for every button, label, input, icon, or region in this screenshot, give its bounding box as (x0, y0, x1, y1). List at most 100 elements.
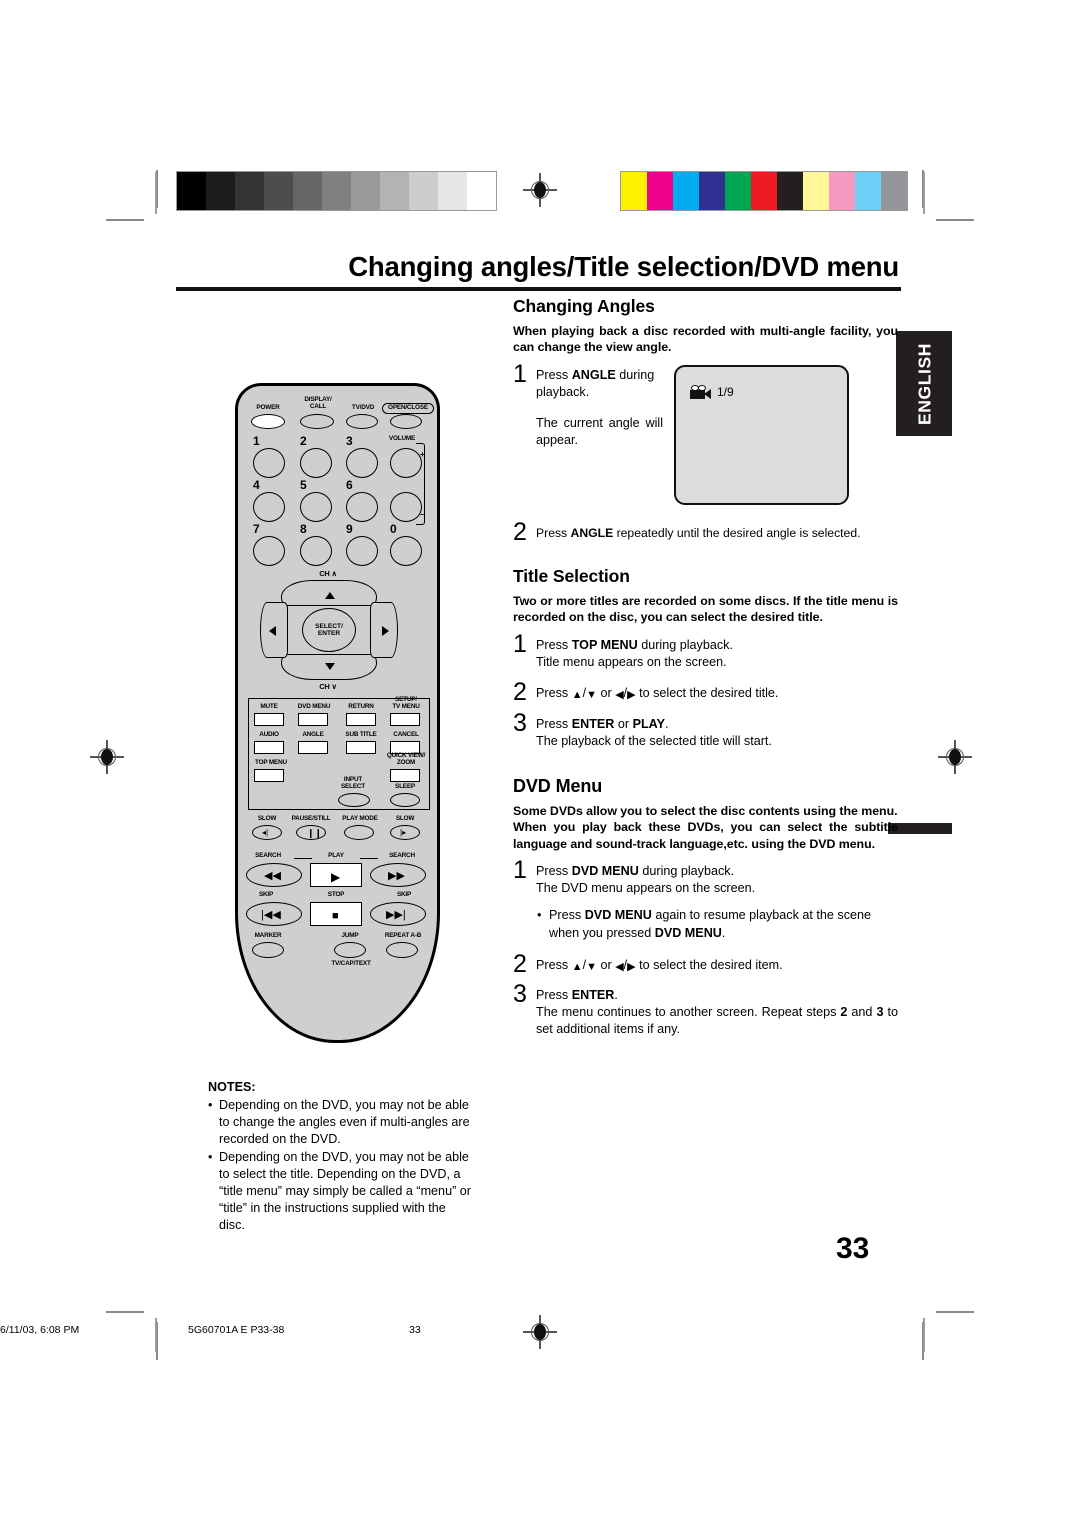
color-swatch-5 (751, 172, 777, 210)
angle-button (298, 741, 328, 754)
stop-icon: ■ (332, 910, 339, 922)
sub-title-label: SUB TITLE (345, 731, 377, 738)
left-arrow-button (260, 602, 288, 658)
bullet-dot: • (208, 1150, 213, 1164)
step-text-mid: or (596, 685, 616, 700)
step-item: 2 Press ▲/▼ or ◀/▶ to select the desired… (513, 677, 898, 706)
key-3-label: 3 (346, 434, 353, 448)
crop-mark-bottom-right-h (936, 1311, 974, 1313)
bullet-dot: • (208, 1098, 213, 1112)
bullet-dot: • (537, 908, 542, 923)
jump-button (334, 942, 366, 958)
play-label-rule-right (360, 858, 378, 860)
changing-angles-lead: When playing back a disc recorded with m… (513, 324, 898, 355)
step-text-post: . (614, 987, 618, 1002)
grayscale-swatch-10 (467, 172, 496, 210)
tv-dvd-label: TV/DVD (351, 404, 375, 411)
right-arrow-glyph: ▶ (627, 688, 636, 701)
key-2-button (300, 448, 332, 478)
step-text: Press ▲/▼ or ◀/▶ to select the desired i… (536, 955, 898, 975)
crop-mark-bottom-left-h (106, 1311, 144, 1313)
dvd-menu-lead-1: Some DVDs allow you to select the disc c… (513, 804, 898, 818)
color-swatch-1 (647, 172, 673, 210)
audio-label: AUDIO (259, 731, 279, 738)
sleep-button (390, 793, 420, 807)
step-item: 1 Press ANGLE during playback. The curre… (513, 359, 663, 450)
cancel-label: CANCEL (393, 731, 419, 738)
manual-page: Changing angles/Title selection/DVD menu… (0, 0, 1080, 1528)
display-call-button (300, 414, 334, 429)
quick-view-zoom-label: QUICK VIEW/ZOOM (386, 752, 426, 766)
trim-rule-right (923, 172, 925, 214)
color-swatch-6 (777, 172, 803, 210)
registration-mark-right (938, 740, 972, 774)
return-label: RETURN (348, 703, 374, 710)
play-icon: ▶ (331, 870, 341, 884)
trim-rule-left (155, 172, 157, 214)
camera-icon (690, 384, 712, 400)
mute-label: MUTE (260, 703, 278, 710)
key-name-2: PLAY (632, 716, 666, 731)
dvd-menu-steps: 1 Press DVD MENU during playback. The DV… (513, 858, 898, 1038)
search-forward-button: ▶▶ (370, 863, 426, 887)
step-text: Press TOP MENU during playback. Title me… (536, 635, 898, 671)
up-arrow-button (281, 580, 377, 606)
mute-button (254, 713, 284, 726)
footer-doc-code: 5G60701A E P33-38 (188, 1324, 285, 1336)
pause-still-label: PAUSE/STILL (291, 815, 331, 822)
skip-back-icon: |◀◀ (261, 909, 281, 921)
step-subtext: The current angle will appear. (536, 416, 663, 448)
right-arrow-icon (382, 626, 389, 636)
step-item: 3 Press ENTER or PLAY. The playback of t… (513, 710, 898, 750)
down-arrow-icon (325, 663, 335, 670)
pause-still-button: ❙❙ (296, 825, 326, 840)
dvd-menu-button (298, 713, 328, 726)
step-text-post: to select the desired title. (635, 685, 779, 700)
right-arrow-button (370, 602, 398, 658)
step-text: Press ANGLE during playback. The current… (536, 365, 663, 450)
top-menu-button (254, 769, 284, 782)
step-text-post: during playback. (638, 864, 735, 879)
step-number: 1 (513, 359, 527, 388)
key-9-button (346, 536, 378, 566)
grayscale-calibration-bar (176, 171, 497, 211)
key-name: DVD MENU (584, 908, 652, 923)
step-text-pre: Press (536, 716, 572, 731)
play-button: ▶ (310, 863, 362, 887)
left-arrow-glyph: ◀ (615, 960, 624, 973)
main-content: Changing Angles When playing back a disc… (513, 296, 898, 1047)
color-swatch-4 (725, 172, 751, 210)
bullet-pre: Press (549, 908, 585, 923)
footer-rule-left (155, 1318, 157, 1352)
grayscale-swatch-1 (206, 172, 235, 210)
notes-heading: NOTES: (208, 1080, 256, 1094)
grayscale-swatch-0 (177, 172, 206, 210)
step-number: 1 (513, 629, 527, 658)
grayscale-swatch-6 (351, 172, 380, 210)
section-heading-title-selection: Title Selection (513, 565, 630, 586)
step-number: 2 (513, 677, 527, 706)
play-mode-button (344, 825, 374, 840)
page-footer: 5G60701A E P33-38 33 6/11/03, 6:08 PM (0, 1316, 1080, 1356)
step-text-pre: Press (536, 957, 572, 972)
select-enter-label-line2: ENTER (317, 630, 341, 637)
setup-tv-menu-label: SETUP/TV MENU (392, 696, 420, 710)
step-text: Press DVD MENU during playback. The DVD … (536, 861, 898, 897)
up-arrow-glyph: ▲ (571, 960, 583, 973)
fast-forward-icon: ▶▶ (388, 870, 405, 882)
stop-label: STOP (327, 891, 345, 898)
step-number: 3 (513, 979, 527, 1008)
registration-mark-top (523, 173, 557, 207)
sub-title-button (346, 741, 376, 754)
key-0-button (390, 536, 422, 566)
key-7-label: 7 (253, 522, 260, 536)
skip-forward-icon: ▶▶| (386, 909, 406, 921)
skip-back-label: SKIP (258, 891, 274, 898)
slow-reverse-label: SLOW (257, 815, 277, 822)
grayscale-swatch-8 (409, 172, 438, 210)
title-underline (176, 287, 901, 291)
step-text-pre: Press (536, 685, 572, 700)
repeat-ab-label: REPEAT A-B (384, 932, 422, 939)
key-name-2: DVD MENU (654, 925, 722, 940)
step-item: 1 Press TOP MENU during playback. Title … (513, 629, 898, 671)
